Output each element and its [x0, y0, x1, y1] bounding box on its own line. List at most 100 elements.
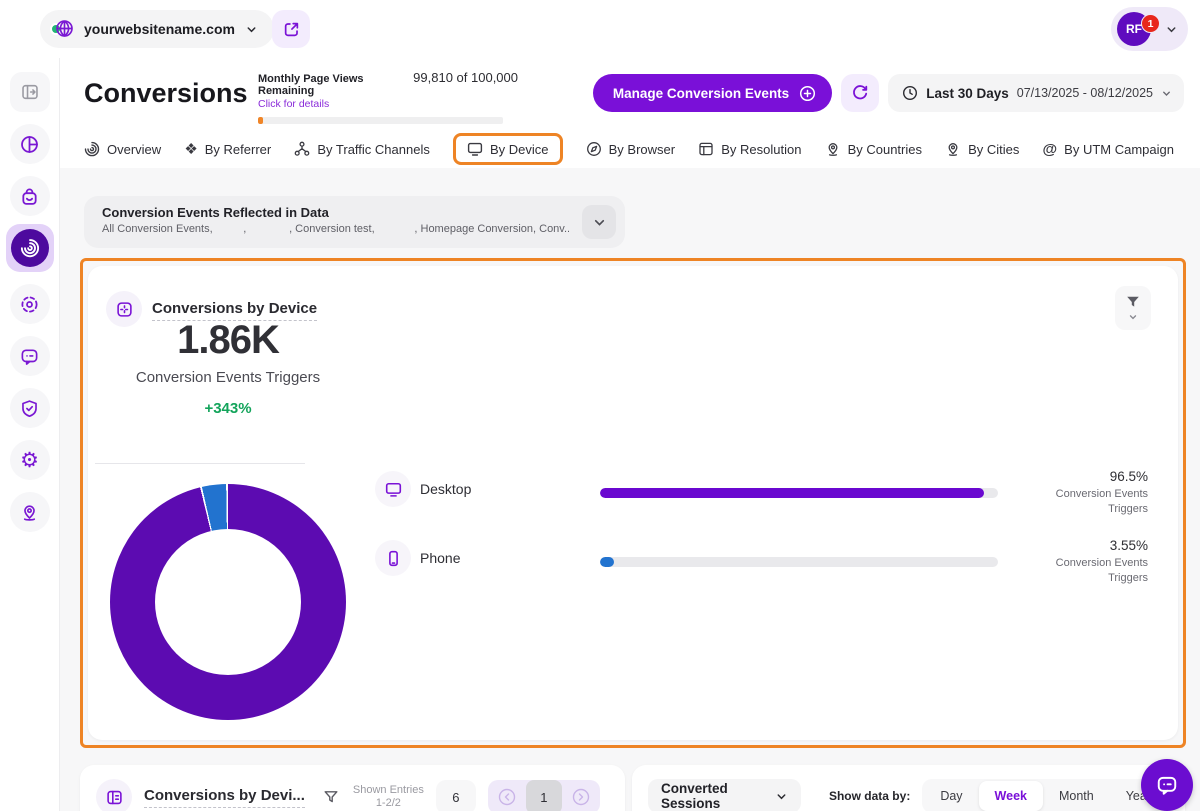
card-filter-button[interactable] — [1115, 286, 1151, 330]
funnel-icon — [1125, 294, 1141, 310]
legend-percent: 3.55% — [998, 538, 1148, 553]
page-size-select[interactable]: 6 — [436, 780, 476, 811]
prev-page-button[interactable] — [488, 780, 526, 811]
sidebar-item-locations[interactable] — [10, 492, 50, 532]
refresh-icon — [851, 84, 869, 102]
collapse-panel-icon[interactable] — [10, 72, 50, 112]
monitor-icon — [375, 471, 411, 507]
chat-bubble-icon — [1156, 774, 1178, 796]
open-website-button[interactable] — [272, 10, 310, 48]
tab-by-cities[interactable]: By Cities — [945, 141, 1019, 157]
monitor-icon — [467, 141, 483, 157]
tab-by-resolution[interactable]: By Resolution — [698, 141, 801, 157]
tab-by-countries[interactable]: By Countries — [825, 141, 922, 157]
date-preset: Last 30 Days — [926, 86, 1009, 101]
legend-row-desktop[interactable]: Desktop 96.5% Conversion Events Triggers — [88, 471, 1178, 511]
compass-icon — [586, 141, 602, 157]
report-tabs: Overview ❖ By Referrer By Traffic Channe… — [84, 130, 1174, 168]
divider — [95, 463, 305, 464]
phone-icon — [375, 540, 411, 576]
quota-progress-bar — [258, 117, 503, 124]
website-selector[interactable]: yourwebsitename.com — [40, 10, 274, 48]
chat-icon — [20, 347, 39, 366]
quota-details-link[interactable]: Click for details — [258, 98, 518, 110]
metric-summary: 1.86K Conversion Events Triggers +343% — [98, 318, 358, 417]
quota-value: 99,810 of 100,000 — [413, 70, 518, 85]
manage-conversion-events-button[interactable]: Manage Conversion Events — [593, 74, 832, 112]
segment-option-week[interactable]: Week — [979, 781, 1043, 811]
sidebar-item-goals[interactable] — [10, 284, 50, 324]
converted-sessions-card: Converted Sessions Show data by: Day Wee… — [632, 765, 1185, 811]
pagination: 1 — [488, 780, 600, 811]
clock-icon — [902, 85, 918, 101]
gear-icon: ⚙ — [20, 450, 39, 471]
conversions-by-device-table-card: Conversions by Devi... Shown Entries 1-2… — [80, 765, 625, 811]
main-content: Conversions Monthly Page Views Remaining… — [60, 58, 1200, 811]
chat-fab-button[interactable] — [1141, 759, 1193, 811]
avatar: RF 1 — [1117, 12, 1151, 46]
conversion-events-banner: Conversion Events Reflected in Data All … — [84, 196, 625, 248]
page-title: Conversions — [84, 78, 248, 109]
pie-chart-icon — [20, 135, 39, 154]
date-range-picker[interactable]: Last 30 Days 07/13/2025 - 08/12/2025 — [888, 74, 1184, 112]
funnel-icon[interactable] — [323, 789, 339, 805]
chevron-down-icon — [1165, 23, 1178, 36]
segment-option-day[interactable]: Day — [924, 781, 978, 811]
sidebar-item-ecommerce[interactable] — [10, 176, 50, 216]
card-title: Conversions by Devi... — [144, 787, 305, 808]
legend-value-block: 96.5% Conversion Events Triggers — [998, 469, 1148, 517]
top-bar: yourwebsitename.com RF 1 — [0, 0, 1200, 58]
chevron-down-icon — [1161, 88, 1172, 99]
shield-check-icon — [20, 399, 39, 418]
traffic-channels-icon — [294, 141, 310, 157]
sidebar-item-analytics[interactable] — [10, 124, 50, 164]
external-link-icon — [283, 21, 300, 38]
tab-by-utm-campaign[interactable]: @ By UTM Campaign — [1043, 142, 1174, 157]
granularity-segment: Day Week Month Year — [922, 779, 1169, 811]
website-name: yourwebsitename.com — [84, 21, 235, 37]
sidebar-item-privacy[interactable] — [10, 388, 50, 428]
shown-entries: Shown Entries 1-2/2 — [353, 784, 424, 810]
date-range-value: 07/13/2025 - 08/12/2025 — [1017, 86, 1153, 100]
tab-by-traffic-channels[interactable]: By Traffic Channels — [294, 141, 429, 157]
legend-caption: Conversion Events Triggers — [1038, 556, 1148, 586]
page-header: Conversions Monthly Page Views Remaining… — [60, 58, 1200, 168]
legend-row-phone[interactable]: Phone 3.55% Conversion Events Triggers — [88, 540, 1178, 580]
quota-block: Monthly Page Views Remaining 99,810 of 1… — [258, 70, 518, 124]
refresh-button[interactable] — [841, 74, 879, 112]
metric-label: Conversion Events Triggers — [98, 369, 358, 386]
segment-option-month[interactable]: Month — [1043, 781, 1110, 811]
sidebar-nav: ⚙ — [0, 58, 60, 811]
sidebar-item-conversions[interactable] — [6, 224, 54, 272]
tab-by-referrer[interactable]: ❖ By Referrer — [184, 142, 271, 157]
plus-circle-icon — [799, 85, 816, 102]
next-page-button[interactable] — [562, 780, 600, 811]
metric-dropdown[interactable]: Converted Sessions — [648, 779, 801, 811]
target-icon — [20, 295, 39, 314]
quota-label: Monthly Page Views Remaining — [258, 73, 403, 97]
legend-percent: 96.5% — [998, 469, 1148, 484]
legend-caption: Conversion Events Triggers — [1038, 487, 1148, 517]
device-donut-chart[interactable] — [110, 484, 346, 720]
website-globe-icon — [50, 19, 74, 39]
metric-change: +343% — [98, 400, 358, 417]
legend-label: Phone — [420, 550, 460, 566]
conversions-by-device-card: Conversions by Device 1.86K Conversion E… — [88, 266, 1178, 740]
tab-overview[interactable]: Overview — [84, 141, 161, 157]
tab-by-device[interactable]: By Device — [453, 133, 563, 165]
banner-expand-button[interactable] — [582, 205, 616, 239]
metric-value: 1.86K — [98, 318, 358, 363]
sidebar-item-feedback[interactable] — [10, 336, 50, 376]
window-layout-icon — [698, 141, 714, 157]
show-data-by-label: Show data by: — [829, 789, 910, 803]
tab-by-browser[interactable]: By Browser — [586, 141, 675, 157]
legend-bar — [600, 488, 998, 498]
shopping-bag-icon — [20, 187, 39, 206]
account-menu[interactable]: RF 1 — [1111, 7, 1188, 51]
location-pin-icon — [20, 503, 39, 522]
highlight-box-device-card: Conversions by Device 1.86K Conversion E… — [80, 258, 1186, 748]
chevron-down-icon — [245, 23, 258, 36]
legend-label: Desktop — [420, 481, 471, 497]
at-icon: @ — [1043, 142, 1058, 157]
sidebar-item-settings[interactable]: ⚙ — [10, 440, 50, 480]
